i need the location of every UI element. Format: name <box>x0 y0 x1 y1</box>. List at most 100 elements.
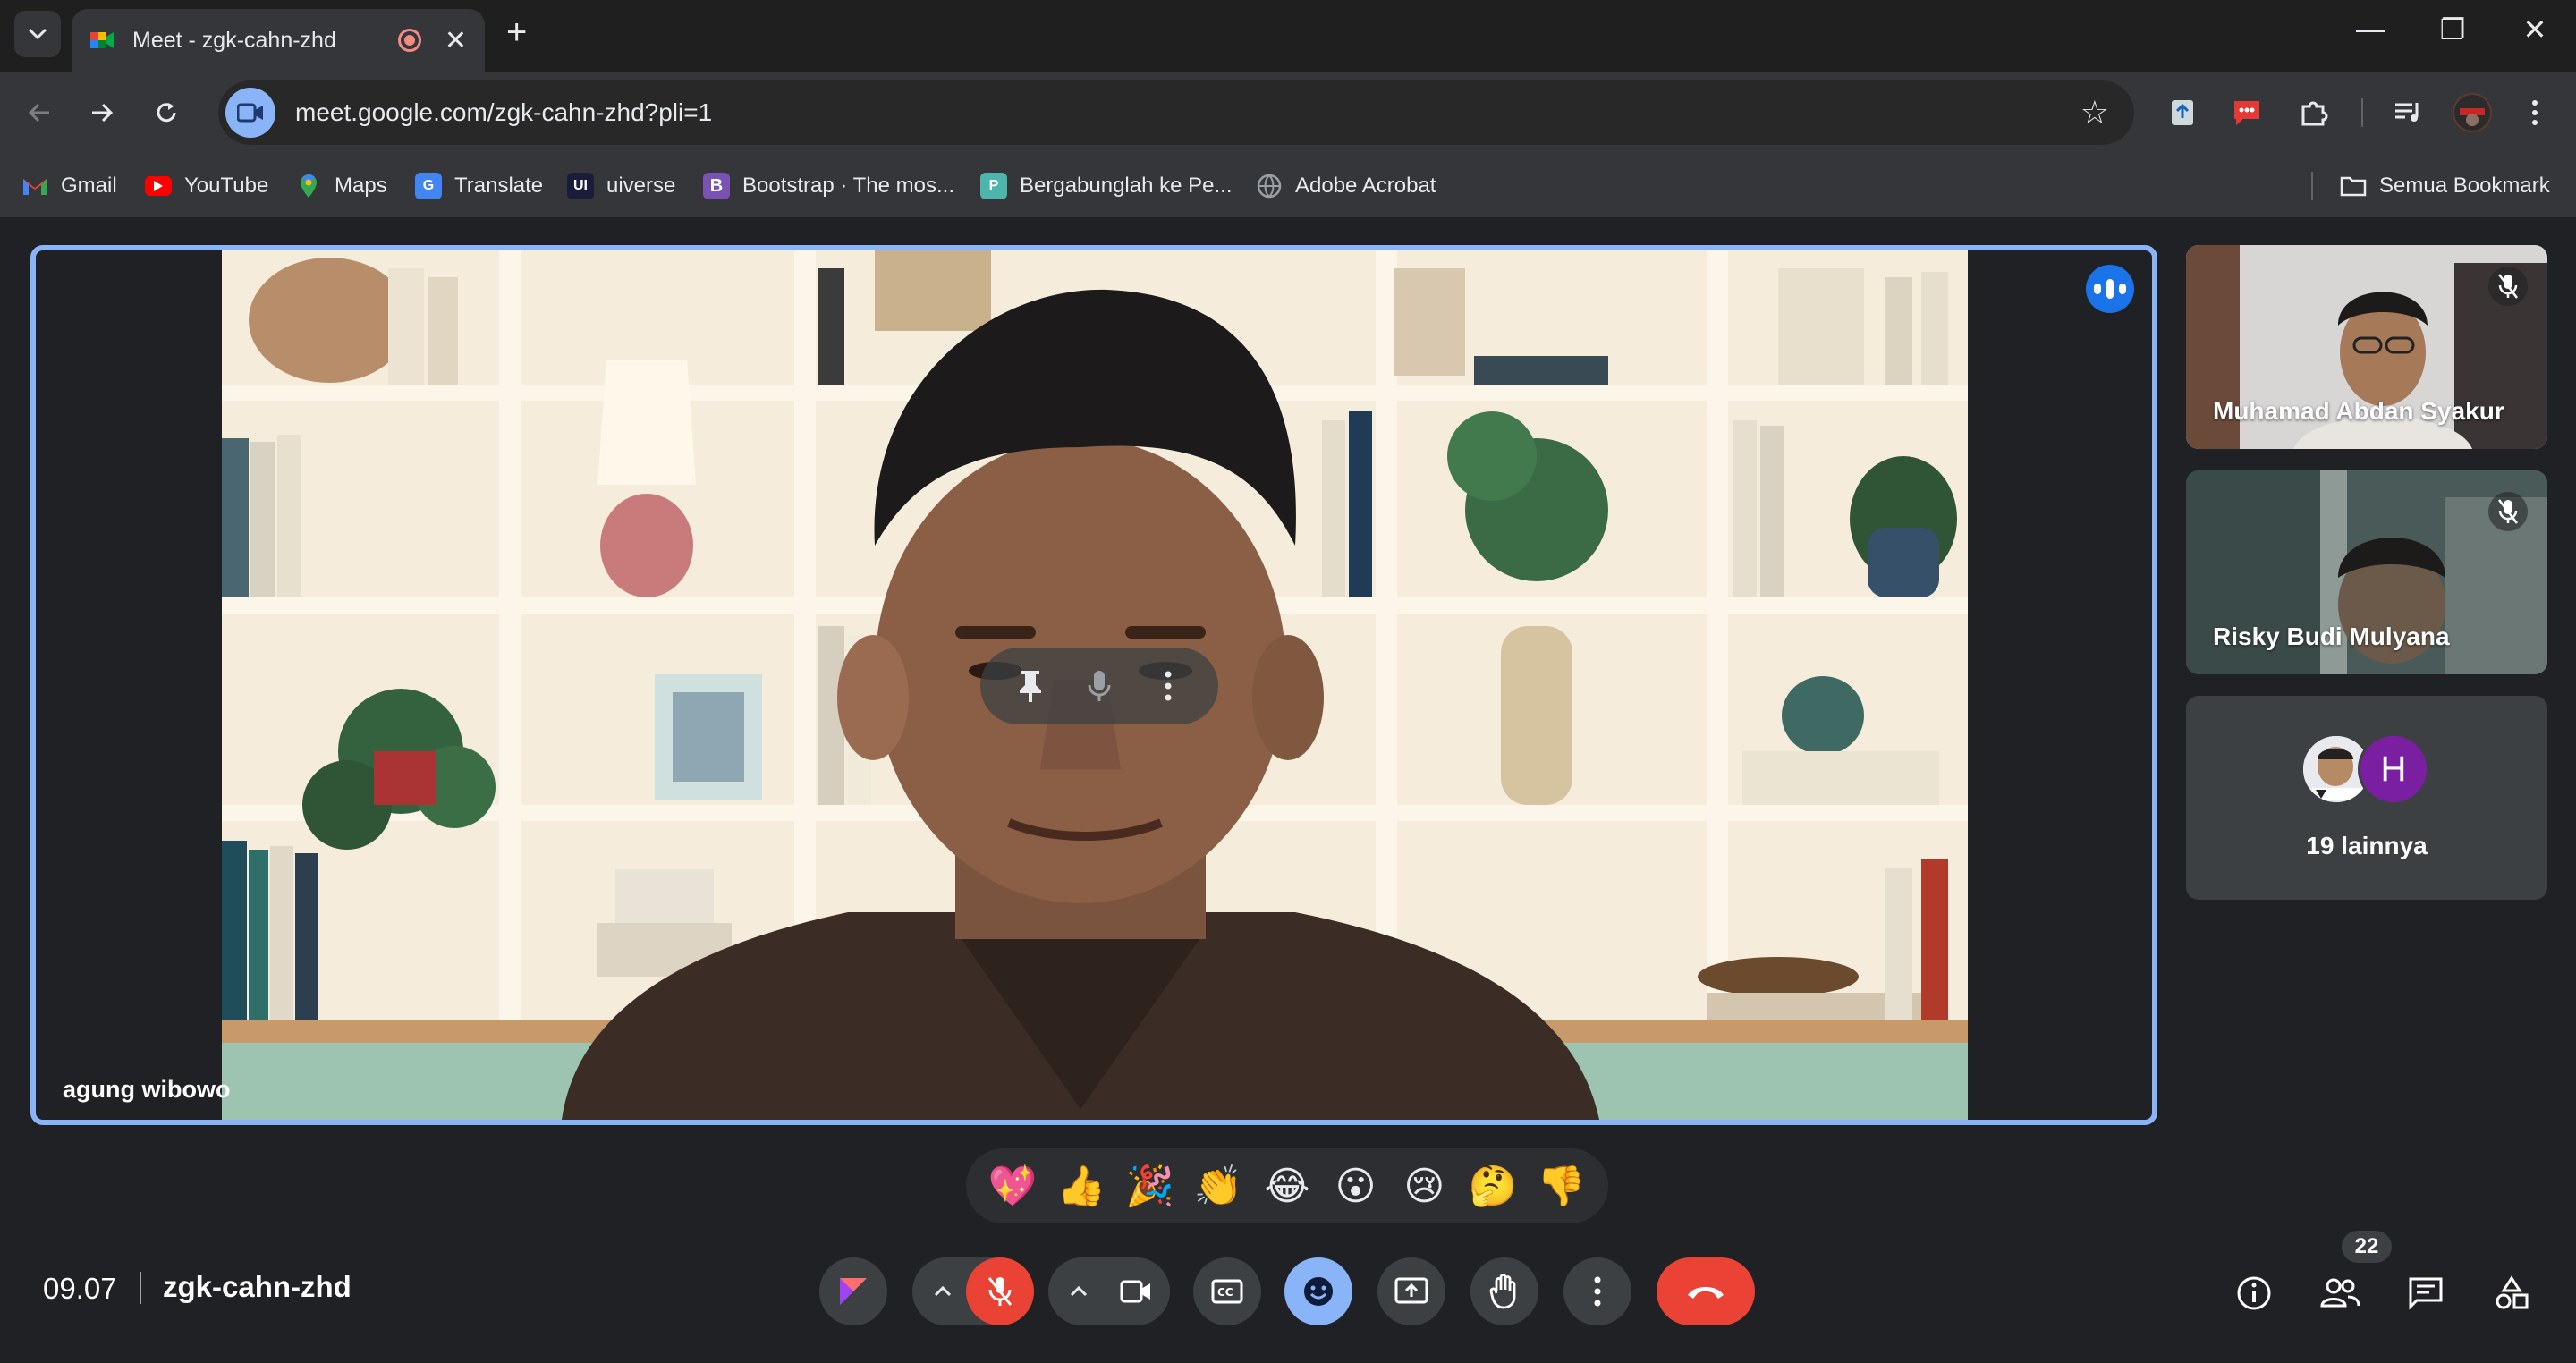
browser-toolbar: meet.google.com/zgk-cahn-zhd?pli=1 ☆ <box>0 72 2576 154</box>
extension-icon[interactable] <box>2163 93 2202 132</box>
reaction-surprised[interactable]: 😮 <box>1329 1159 1383 1213</box>
chevron-up-icon[interactable] <box>927 1275 959 1308</box>
mic-toggle-button[interactable] <box>966 1257 1034 1325</box>
meet-favicon-icon <box>90 32 114 48</box>
tab-search-button[interactable] <box>14 11 61 57</box>
all-bookmarks-folder[interactable]: Semua Bookmark <box>2340 166 2550 206</box>
effects-button[interactable] <box>819 1257 887 1325</box>
reaction-thinking[interactable]: 🤔 <box>1466 1159 1520 1213</box>
active-tab[interactable]: Meet - zgk-cahn-zhd ✕ <box>72 9 485 72</box>
youtube-icon <box>145 176 172 196</box>
chevron-up-icon[interactable] <box>1063 1275 1095 1308</box>
globe-icon <box>1256 173 1283 199</box>
forward-icon[interactable] <box>79 89 125 136</box>
star-icon[interactable]: ☆ <box>2080 94 2109 131</box>
bookmark-label: Gmail <box>61 174 117 198</box>
activities-icon <box>2496 1275 2529 1309</box>
others-tile[interactable]: H 19 lainnya <box>2186 696 2547 900</box>
more-options-button[interactable] <box>1563 1257 1631 1325</box>
camera-control <box>1048 1257 1170 1325</box>
back-icon[interactable] <box>16 89 63 136</box>
bookmark-bergabunglah[interactable]: P Bergabunglah ke Pe... <box>980 166 1233 206</box>
bookmark-label: Maps <box>335 174 387 198</box>
more-options-icon[interactable] <box>1148 666 1188 706</box>
bookmark-youtube[interactable]: YouTube <box>145 166 268 206</box>
raise-hand-icon <box>1489 1274 1516 1309</box>
new-tab-button[interactable]: + <box>506 13 527 53</box>
participant-name: Risky Budi Mulyana <box>2213 622 2450 650</box>
recording-icon <box>397 29 421 52</box>
bookmark-label: Adobe Acrobat <box>1295 174 1436 198</box>
bookmark-gmail[interactable]: Gmail <box>21 166 117 206</box>
restore-icon[interactable]: ❐ <box>2426 13 2479 47</box>
translate-icon: G <box>415 173 442 199</box>
bookmark-label: Bootstrap · The mos... <box>742 174 954 198</box>
hang-up-icon <box>1688 1287 1724 1299</box>
emoji-reactions-button[interactable] <box>1284 1257 1352 1325</box>
bookmarks-divider <box>2311 172 2313 200</box>
uiverse-icon: UI <box>567 173 594 199</box>
captions-button[interactable]: CC <box>1193 1257 1261 1325</box>
raise-hand-button[interactable] <box>1470 1257 1538 1325</box>
bookmark-bootstrap[interactable]: B Bootstrap · The mos... <box>703 166 954 206</box>
bookmark-adobe-acrobat[interactable]: Adobe Acrobat <box>1256 166 1436 206</box>
people-button[interactable] <box>2308 1261 2372 1325</box>
present-screen-icon <box>1394 1277 1428 1304</box>
leave-call-button[interactable] <box>1657 1257 1755 1325</box>
bookmark-maps[interactable]: Maps <box>295 166 387 206</box>
main-speaker-tile[interactable]: agung wibowo <box>30 245 2157 1125</box>
tab-strip: Meet - zgk-cahn-zhd ✕ + — ❐ ✕ <box>0 0 2576 72</box>
present-button[interactable] <box>1377 1257 1445 1325</box>
window-close-icon[interactable]: ✕ <box>2508 13 2562 47</box>
divider <box>140 1272 141 1304</box>
effects-icon <box>840 1278 867 1305</box>
reaction-thumbs-up[interactable]: 👍 <box>1055 1159 1108 1213</box>
meeting-details-button[interactable] <box>2222 1261 2286 1325</box>
svg-text:CC: CC <box>1217 1286 1233 1299</box>
close-tab-icon[interactable]: ✕ <box>445 25 467 56</box>
bookmark-page-icon: P <box>980 173 1007 199</box>
participant-tile[interactable]: Muhamad Abdan Syakur <box>2186 245 2547 449</box>
meeting-code[interactable]: zgk-cahn-zhd <box>163 1270 352 1304</box>
bookmark-label: YouTube <box>184 174 269 198</box>
more-vert-icon <box>1594 1276 1601 1307</box>
url-text[interactable]: meet.google.com/zgk-cahn-zhd?pli=1 <box>295 98 2080 127</box>
meeting-clock: 09.07 <box>43 1272 117 1305</box>
mic-icon[interactable] <box>1080 666 1119 706</box>
media-icon[interactable] <box>2388 93 2428 132</box>
profile-avatar[interactable] <box>2453 93 2492 132</box>
reaction-thumbs-down[interactable]: 👎 <box>1535 1159 1589 1213</box>
reaction-sad[interactable]: 😢 <box>1397 1159 1451 1213</box>
reaction-clap[interactable]: 👏 <box>1191 1159 1245 1213</box>
camera-toggle-button[interactable] <box>1102 1257 1170 1325</box>
site-info-icon[interactable] <box>225 88 275 138</box>
kebab-menu-icon[interactable] <box>2515 93 2555 132</box>
others-count: 19 lainnya <box>2306 832 2428 859</box>
minimize-icon[interactable]: — <box>2343 13 2397 46</box>
reaction-party[interactable]: 🎉 <box>1123 1159 1177 1213</box>
emoji-icon <box>1304 1277 1333 1306</box>
maps-icon <box>295 173 322 199</box>
puzzle-icon[interactable] <box>2293 93 2333 132</box>
bookmark-translate[interactable]: G Translate <box>415 166 543 206</box>
bookmark-uiverse[interactable]: UI uiverse <box>567 166 675 206</box>
info-icon <box>2237 1276 2271 1310</box>
tab-title: Meet - zgk-cahn-zhd <box>132 27 336 53</box>
participant-tile[interactable]: Risky Budi Mulyana <box>2186 470 2547 674</box>
gmail-icon <box>21 173 48 199</box>
main-speaker-name: agung wibowo <box>63 1076 231 1103</box>
pin-icon[interactable] <box>1011 666 1050 706</box>
reaction-laugh[interactable]: 😂 <box>1260 1159 1314 1213</box>
reload-icon[interactable] <box>143 89 190 136</box>
meet-stage: agung wibowo Muhamad Abdan Syakur Risky … <box>0 218 2576 1363</box>
address-bar[interactable]: meet.google.com/zgk-cahn-zhd?pli=1 ☆ <box>218 80 2134 145</box>
muted-mic-icon <box>2488 267 2528 306</box>
activities-button[interactable] <box>2479 1261 2544 1325</box>
chat-extension-icon[interactable] <box>2227 93 2267 132</box>
chat-button[interactable] <box>2394 1261 2458 1325</box>
reactions-bar: 💖 👍 🎉 👏 😂 😮 😢 🤔 👎 <box>966 1148 1608 1223</box>
reaction-heart[interactable]: 💖 <box>986 1159 1039 1213</box>
speaking-indicator-icon <box>2086 265 2134 313</box>
bookmarks-bar: Gmail YouTube Maps G Translate UI uivers… <box>0 154 2576 218</box>
mic-control <box>912 1257 1034 1325</box>
